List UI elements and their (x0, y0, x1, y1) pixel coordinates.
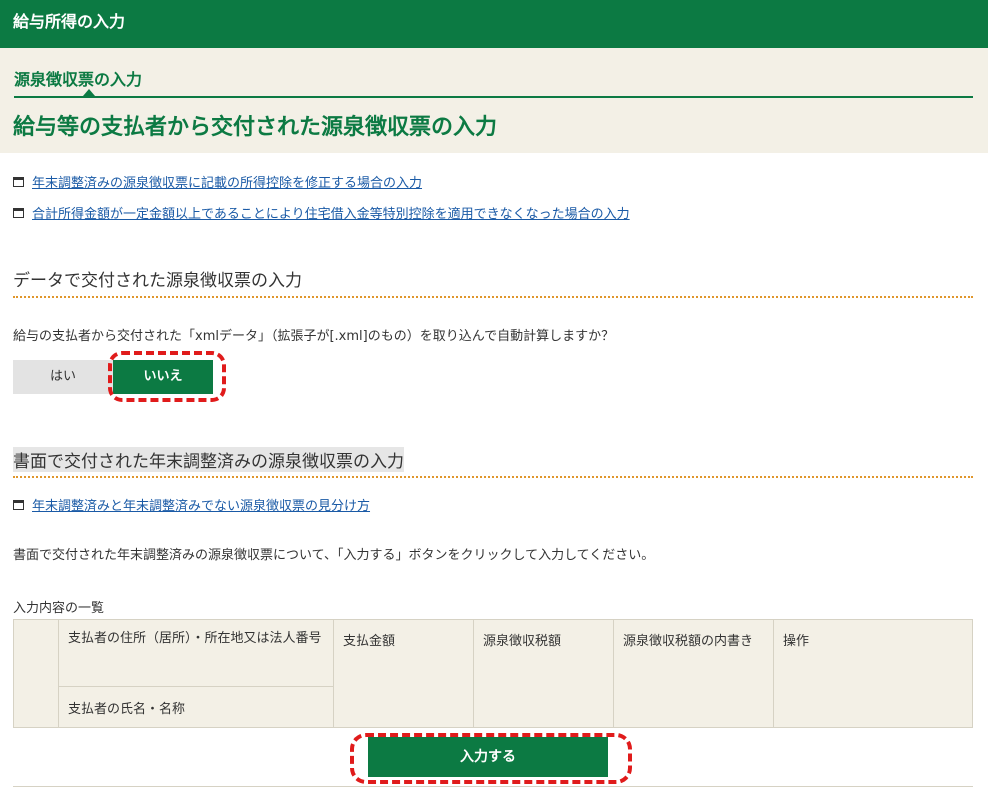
xml-question: 給与の支払者から交付された「xmlデータ」（拡張子が[.xml]のもの）を取り込… (13, 329, 615, 344)
list-caption: 入力内容の一覧 (13, 601, 105, 616)
page-title: 給与等の支払者から交付された源泉徴収票の入力 (13, 115, 498, 140)
header-payer-address: 支払者の住所（居所）・所在地又は法人番号 (58, 619, 334, 687)
link-housing-loan-deduction[interactable]: 合計所得金額が一定金額以上であることにより住宅借入金等特別控除を適用できなくなっ… (32, 203, 630, 222)
header-payment-amount: 支払金額 (333, 619, 474, 728)
window-icon (13, 207, 24, 218)
link-row-distinguish: 年末調整済みと年末調整済みでない源泉徴収票の見分け方 (13, 495, 370, 514)
section-divider (13, 296, 973, 298)
section-heading-paper: 書面で交付された年末調整済みの源泉徴収票の入力 (13, 447, 404, 472)
section-heading-data: データで交付された源泉徴収票の入力 (13, 271, 302, 291)
highlight-annotation-input (350, 733, 632, 784)
input-list-table: 支払者の住所（居所）・所在地又は法人番号 支払金額 源泉徴収税額 源泉徴収税額の… (13, 619, 973, 728)
bottom-divider (13, 786, 973, 787)
input-instruction: 書面で交付された年末調整済みの源泉徴収票について、「入力する」ボタンをクリックし… (13, 548, 655, 563)
window-icon (13, 176, 24, 187)
link-row-correct-deductions: 年末調整済みの源泉徴収票に記載の所得控除を修正する場合の入力 (13, 172, 422, 191)
section-divider (13, 476, 973, 478)
header-operation: 操作 (773, 619, 973, 728)
section-subtitle: 源泉徴収票の入力 (14, 70, 143, 89)
link-correct-deductions[interactable]: 年末調整済みの源泉徴収票に記載の所得控除を修正する場合の入力 (32, 172, 422, 191)
header-withholding-tax: 源泉徴収税額 (473, 619, 614, 728)
highlight-annotation-no (108, 351, 226, 402)
header-payer-name: 支払者の氏名・名称 (58, 686, 334, 728)
header-withholding-breakdown: 源泉徴収税額の内書き (613, 619, 774, 728)
table-row-selector-cell (13, 619, 59, 728)
link-distinguish-slips[interactable]: 年末調整済みと年末調整済みでない源泉徴収票の見分け方 (32, 495, 370, 514)
window-icon (13, 499, 24, 510)
page-header-bar: 給与所得の入力 (0, 0, 988, 48)
subtitle-divider-notch (83, 89, 95, 96)
option-yes-button[interactable]: はい (13, 360, 113, 394)
subtitle-divider (14, 96, 973, 98)
link-row-housing-loan: 合計所得金額が一定金額以上であることにより住宅借入金等特別控除を適用できなくなっ… (13, 203, 630, 222)
